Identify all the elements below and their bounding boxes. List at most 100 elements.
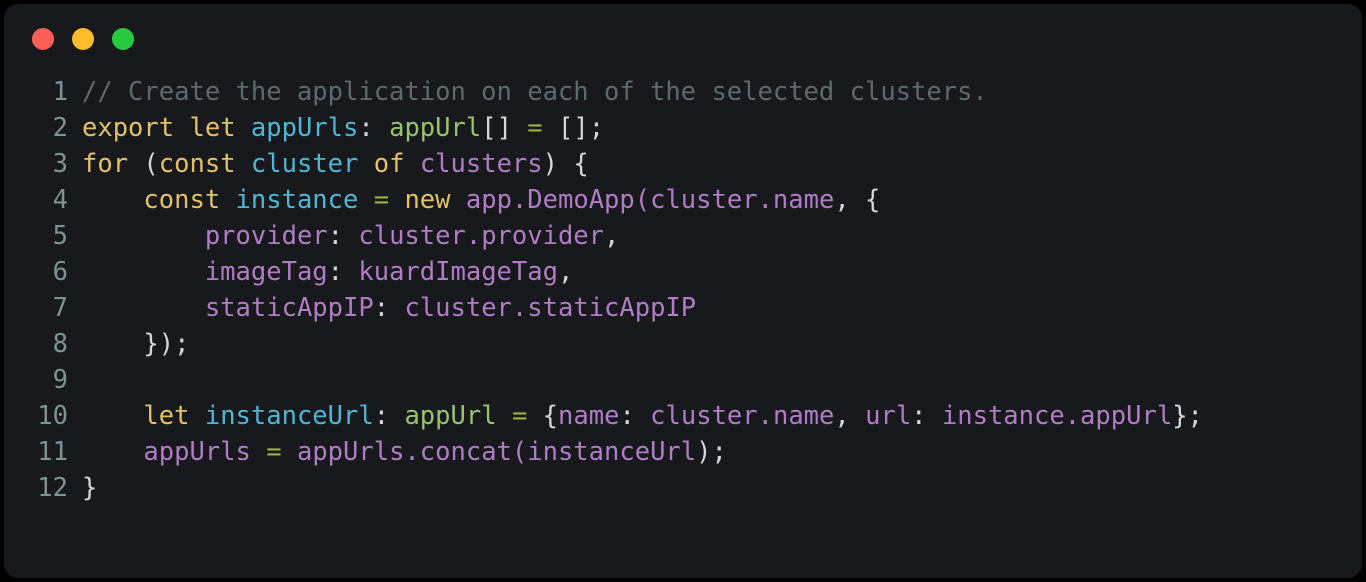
code-token: let (189, 113, 236, 143)
code-line-text[interactable]: let instanceUrl: appUrl = {name: cluster… (82, 398, 1362, 434)
code-line-text[interactable]: staticAppIP: cluster.staticAppIP (82, 290, 1362, 326)
code-token: appUrls (250, 113, 359, 143)
code-line[interactable]: 5 provider: cluster.provider, (26, 218, 1362, 254)
code-token: imageTag (204, 257, 328, 287)
code-line-text[interactable]: }); (82, 326, 1362, 362)
code-line-text[interactable]: } (82, 470, 1362, 506)
line-number: 9 (52, 365, 68, 395)
minimize-window-icon[interactable] (72, 28, 94, 50)
code-token: url (865, 401, 912, 431)
code-line-text[interactable]: provider: cluster.provider, (82, 218, 1362, 254)
code-token: cluster.provider (358, 221, 605, 251)
code-line[interactable]: 10 let instanceUrl: appUrl = {name: clus… (26, 398, 1362, 434)
code-token: instance.appUrl (941, 401, 1173, 431)
code-token: cluster.staticAppIP (404, 293, 697, 323)
code-line[interactable]: 12} (26, 470, 1362, 506)
code-line[interactable]: 3 for (const cluster of clusters) { (26, 146, 1362, 182)
code-token: staticAppIP (204, 293, 374, 323)
code-token: app.DemoApp(cluster.name (465, 185, 835, 215)
code-token: cluster (250, 149, 359, 179)
code-token: instanceUrl (204, 401, 374, 431)
line-number: 6 (52, 257, 68, 287)
code-token: instance (235, 185, 359, 215)
code-line[interactable]: 4 const instance = new app.DemoApp(clust… (26, 182, 1362, 218)
maximize-window-icon[interactable] (112, 28, 134, 50)
line-number: 2 (52, 113, 68, 143)
code-lines-container[interactable]: 1 // Create the application on each of th… (26, 74, 1362, 506)
code-token: : (911, 401, 927, 431)
code-token: }; (1172, 401, 1203, 431)
code-line[interactable]: 6 imageTag: kuardImageTag, (26, 254, 1362, 290)
code-line-text[interactable]: for (const cluster of clusters) { (82, 146, 1362, 182)
code-token: }); (143, 329, 190, 359)
code-line[interactable]: 11 appUrls = appUrls.concat(instanceUrl)… (26, 434, 1362, 470)
code-token: cluster.name (650, 401, 835, 431)
code-token: name (558, 401, 620, 431)
code-token: , (604, 221, 620, 251)
code-token: const (143, 185, 221, 215)
code-token: = (511, 401, 528, 431)
line-number: 1 (52, 77, 68, 107)
code-token: ( (143, 149, 159, 179)
code-token: : (373, 401, 390, 431)
line-number: 8 (52, 329, 68, 359)
code-line[interactable]: 2 export let appUrls: appUrl[] = []; (26, 110, 1362, 146)
code-line-text[interactable]: const instance = new app.DemoApp(cluster… (82, 182, 1362, 218)
code-line-text[interactable]: export let appUrls: appUrl[] = []; (82, 110, 1362, 146)
code-line-text[interactable]: // Create the application on each of the… (82, 74, 1362, 110)
code-line[interactable]: 1 // Create the application on each of th… (26, 74, 1362, 110)
code-token: for (82, 149, 129, 179)
code-token: let (143, 401, 190, 431)
code-token: = (527, 113, 543, 143)
code-token: : (373, 293, 390, 323)
code-token: : (358, 113, 374, 143)
code-token: , (834, 401, 850, 431)
code-token: appUrls (143, 437, 251, 467)
code-token: , { (834, 185, 881, 215)
code-line-text[interactable]: imageTag: kuardImageTag, (82, 254, 1362, 290)
code-token: { (542, 401, 559, 431)
code-token: // Create the application on each of the… (82, 77, 988, 107)
line-number: 12 (37, 473, 68, 503)
code-token: = (373, 185, 390, 215)
code-token: provider (204, 221, 328, 251)
code-line[interactable]: 9 (26, 362, 1362, 398)
code-line[interactable]: 8 }); (26, 326, 1362, 362)
line-number: 5 (52, 221, 68, 251)
code-token: clusters (419, 149, 543, 179)
line-number: 7 (52, 293, 68, 323)
code-editor[interactable]: 1 // Create the application on each of th… (4, 74, 1362, 506)
line-number: 3 (52, 149, 68, 179)
code-window: 1 // Create the application on each of th… (4, 4, 1362, 578)
code-token: kuardImageTag (358, 257, 558, 287)
code-line-text[interactable]: appUrls = appUrls.concat(instanceUrl); (82, 434, 1362, 470)
code-token: ); (696, 437, 727, 467)
close-window-icon[interactable] (32, 28, 54, 50)
window-titlebar[interactable] (4, 4, 1362, 74)
code-line[interactable]: 7 staticAppIP: cluster.staticAppIP (26, 290, 1362, 326)
code-token: } (82, 473, 98, 503)
